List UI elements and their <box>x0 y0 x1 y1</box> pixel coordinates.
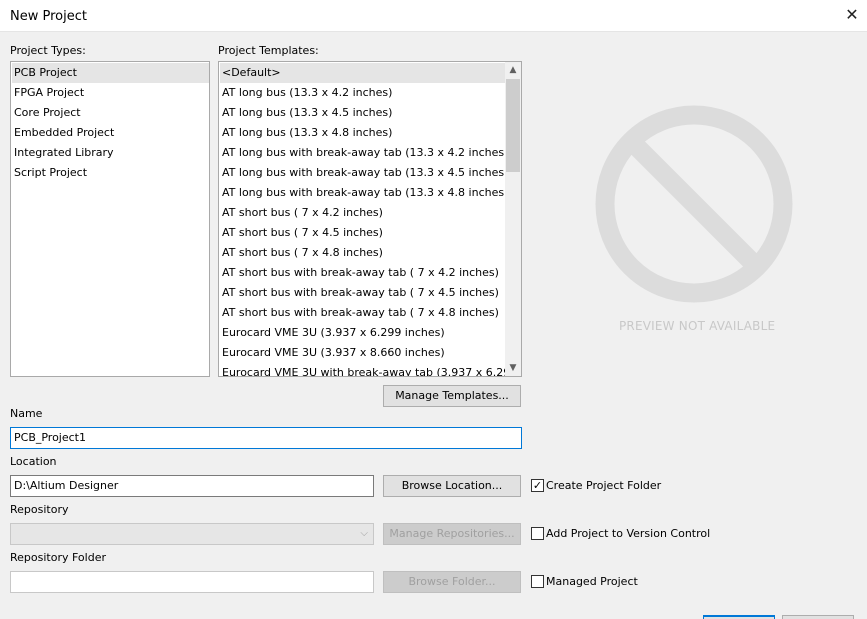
manage-templates-button[interactable]: Manage Templates... <box>383 385 521 407</box>
project-templates-list[interactable]: <Default> AT long bus (13.3 x 4.2 inches… <box>218 61 522 377</box>
template-item[interactable]: AT long bus with break-away tab (13.3 x … <box>220 143 508 163</box>
browse-location-button[interactable]: Browse Location... <box>383 475 521 497</box>
template-item[interactable]: Eurocard VME 3U (3.937 x 8.660 inches) <box>220 343 505 363</box>
project-type-item[interactable]: Script Project <box>12 163 209 183</box>
name-input[interactable]: PCB_Project1 <box>10 427 522 449</box>
template-item[interactable]: AT short bus ( 7 x 4.8 inches) <box>220 243 505 263</box>
repository-label: Repository <box>10 503 69 516</box>
chevron-down-icon: ⌵ <box>360 528 368 539</box>
repository-folder-label: Repository Folder <box>10 551 106 564</box>
template-item[interactable]: AT short bus ( 7 x 4.2 inches) <box>220 203 505 223</box>
template-item[interactable]: AT short bus with break-away tab ( 7 x 4… <box>220 263 505 283</box>
project-type-item[interactable]: Embedded Project <box>12 123 209 143</box>
version-control-checkbox[interactable] <box>531 527 544 540</box>
template-item[interactable]: AT short bus ( 7 x 4.5 inches) <box>220 223 505 243</box>
project-type-item[interactable]: FPGA Project <box>12 83 209 103</box>
window-title: New Project <box>10 9 87 24</box>
project-type-item[interactable]: PCB Project <box>12 63 209 83</box>
project-type-item[interactable]: Core Project <box>12 103 209 123</box>
project-type-item[interactable]: Integrated Library <box>12 143 209 163</box>
template-item[interactable]: AT long bus with break-away tab (13.3 x … <box>220 163 508 183</box>
scroll-up-icon[interactable]: ▲ <box>505 62 521 78</box>
create-project-folder-checkbox[interactable]: ✓ <box>531 479 544 492</box>
template-item[interactable]: <Default> <box>220 63 505 83</box>
cancel-button[interactable] <box>782 615 854 619</box>
version-control-label: Add Project to Version Control <box>546 527 711 540</box>
managed-project-label: Managed Project <box>546 575 638 588</box>
template-item[interactable]: AT long bus (13.3 x 4.5 inches) <box>220 103 505 123</box>
project-types-list[interactable]: PCB Project FPGA Project Core Project Em… <box>10 61 210 377</box>
template-item[interactable]: Eurocard VME 3U (3.937 x 6.299 inches) <box>220 323 505 343</box>
location-input[interactable]: D:\Altium Designer <box>10 475 374 497</box>
create-project-folder-label: Create Project Folder <box>546 479 662 492</box>
scroll-thumb[interactable] <box>506 79 520 172</box>
ok-button[interactable] <box>703 615 775 619</box>
project-types-label: Project Types: <box>10 44 86 57</box>
managed-project-checkbox[interactable] <box>531 575 544 588</box>
preview-not-available-text: PREVIEW NOT AVAILABLE <box>619 319 776 333</box>
close-icon[interactable]: ✕ <box>844 6 860 24</box>
scroll-down-icon[interactable]: ▼ <box>505 360 521 376</box>
location-label: Location <box>10 455 57 468</box>
title-bar: New Project ✕ <box>0 0 867 32</box>
browse-folder-button[interactable]: Browse Folder... <box>383 571 521 593</box>
project-templates-label: Project Templates: <box>218 44 319 57</box>
template-item[interactable]: Eurocard VME 3U with break-away tab (3.9… <box>220 363 521 376</box>
template-item[interactable]: AT long bus (13.3 x 4.2 inches) <box>220 83 505 103</box>
template-item[interactable]: AT short bus with break-away tab ( 7 x 4… <box>220 283 505 303</box>
name-label: Name <box>10 407 43 420</box>
template-item[interactable]: AT long bus with break-away tab (13.3 x … <box>220 183 508 203</box>
templates-scrollbar[interactable]: ▲ ▼ <box>505 62 521 376</box>
template-item[interactable]: AT long bus (13.3 x 4.8 inches) <box>220 123 505 143</box>
template-item[interactable]: AT short bus with break-away tab ( 7 x 4… <box>220 303 505 323</box>
no-preview-icon <box>594 104 794 304</box>
manage-repositories-button[interactable]: Manage Repositories... <box>383 523 521 545</box>
repository-folder-input[interactable] <box>10 571 374 593</box>
repository-select[interactable]: ⌵ <box>10 523 374 545</box>
